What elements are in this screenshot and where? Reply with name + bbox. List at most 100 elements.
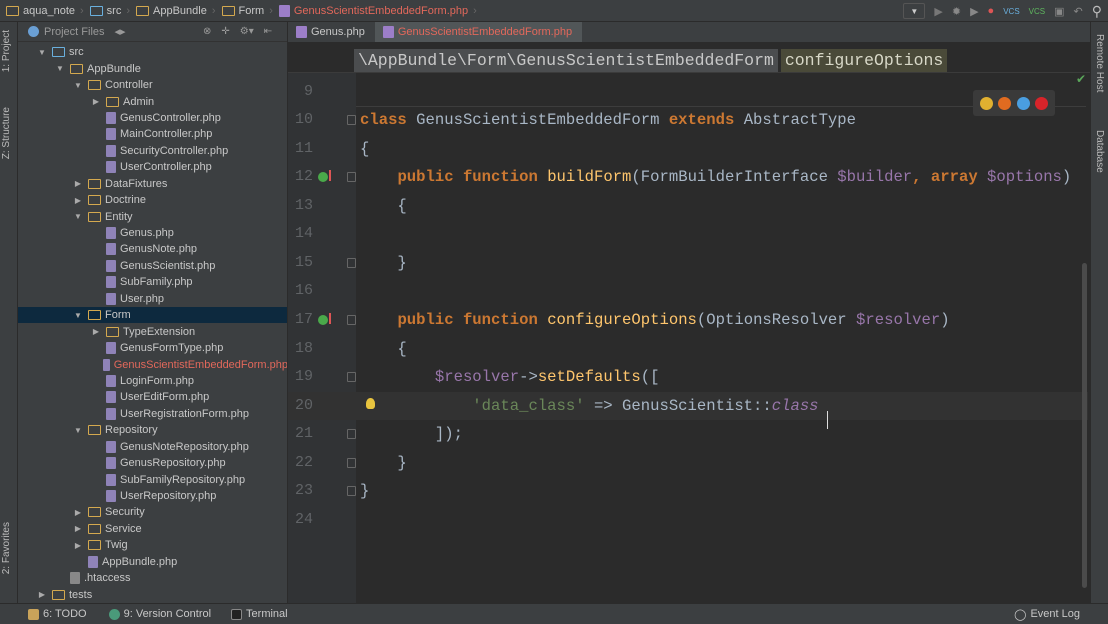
fold-marker-icon[interactable] [347, 486, 356, 497]
coverage-icon[interactable]: ▶ [970, 5, 978, 18]
remote-host-tab[interactable]: Remote Host [1094, 34, 1105, 92]
breadcrumb-method[interactable]: configureOptions [780, 49, 948, 72]
expanded-arrow-icon[interactable]: ▼ [54, 64, 66, 73]
favorites-tool-tab[interactable]: 2: Favorites [1, 522, 12, 574]
tree-item[interactable]: ▼ Controller [18, 77, 287, 93]
implements-method-icon[interactable] [318, 313, 331, 326]
code-line[interactable]: 19 $resolver->setDefaults([ [288, 363, 1088, 392]
code-line[interactable]: 18 { [288, 335, 1088, 364]
fold-marker-icon[interactable] [347, 115, 356, 126]
code-line[interactable]: 15 } [288, 249, 1088, 278]
run-config-dropdown[interactable]: ▼ [903, 3, 926, 19]
terminal-tab[interactable]: Terminal [231, 608, 288, 620]
breadcrumb-item[interactable]: GenusScientistEmbeddedForm.php › [278, 4, 477, 17]
tree-item[interactable]: GenusScientist.php [18, 258, 287, 274]
tree-item[interactable]: UserController.php [18, 159, 287, 175]
code-line[interactable]: 16 [288, 277, 1088, 306]
expanded-arrow-icon[interactable]: ▼ [36, 48, 48, 57]
collapsed-arrow-icon[interactable]: ▶ [36, 590, 48, 599]
tree-item[interactable]: ▼ Form [18, 307, 287, 324]
tree-item[interactable]: GenusRepository.php [18, 455, 287, 471]
tree-item[interactable]: ▶ Admin [18, 93, 287, 109]
collapsed-arrow-icon[interactable]: ▶ [72, 541, 84, 550]
tree-item[interactable]: ▶ DataFixtures [18, 176, 287, 192]
tree-item[interactable]: ▼ Entity [18, 208, 287, 224]
tree-item[interactable]: User.php [18, 291, 287, 307]
expanded-arrow-icon[interactable]: ▼ [72, 311, 84, 320]
fold-marker-icon[interactable] [347, 172, 356, 183]
collapse-all-icon[interactable]: ✛ [221, 26, 229, 37]
todo-tab[interactable]: 6: TODO [28, 608, 87, 620]
tree-item[interactable]: AppBundle.php [18, 554, 287, 570]
tree-item[interactable]: LoginForm.php [18, 373, 287, 389]
tree-item[interactable]: ▶ Twig [18, 537, 287, 553]
tree-item[interactable]: UserEditForm.php [18, 389, 287, 405]
tree-item[interactable]: ▶ Doctrine [18, 192, 287, 208]
tree-item[interactable]: ▼ Repository [18, 422, 287, 438]
implements-method-icon[interactable] [318, 170, 331, 183]
tree-item[interactable]: Genus.php [18, 225, 287, 241]
code-line[interactable]: 9 [288, 78, 1088, 107]
collapsed-arrow-icon[interactable]: ▶ [90, 97, 102, 106]
vcs-update-icon[interactable]: VCS [1003, 7, 1019, 16]
tree-item[interactable]: GenusScientistEmbeddedForm.php [18, 356, 287, 372]
tree-item[interactable]: ▼ AppBundle [18, 60, 287, 76]
tree-item[interactable]: GenusNoteRepository.php [18, 439, 287, 455]
tree-item[interactable]: GenusFormType.php [18, 340, 287, 356]
expanded-arrow-icon[interactable]: ▼ [72, 426, 84, 435]
expanded-arrow-icon[interactable]: ▼ [72, 81, 84, 90]
run-icon[interactable]: ▶ [934, 5, 942, 18]
search-icon[interactable]: ⚲ [1092, 3, 1102, 20]
editor-tab[interactable]: GenusScientistEmbeddedForm.php [374, 22, 583, 42]
code-line[interactable]: 14 [288, 220, 1088, 249]
breadcrumb-item[interactable]: aqua_note › [6, 5, 84, 17]
fold-marker-icon[interactable] [347, 372, 356, 383]
revert-icon[interactable]: ↶ [1074, 5, 1083, 18]
fold-marker-icon[interactable] [347, 429, 356, 440]
code-line[interactable]: 17 public function configureOptions(Opti… [288, 306, 1088, 335]
collapsed-arrow-icon[interactable]: ▶ [72, 179, 84, 188]
phpunit-icon[interactable]: ● [988, 5, 995, 17]
tree-item[interactable]: SubFamily.php [18, 274, 287, 290]
collapsed-arrow-icon[interactable]: ▶ [72, 196, 84, 205]
fold-marker-icon[interactable] [347, 315, 356, 326]
tree-item[interactable]: GenusNote.php [18, 241, 287, 257]
breadcrumb-item[interactable]: AppBundle › [136, 5, 216, 17]
code-line[interactable]: 13 { [288, 192, 1088, 221]
event-log-tab[interactable]: ◯ Event Log [1014, 608, 1080, 621]
opera-icon[interactable] [1035, 96, 1049, 110]
collapsed-arrow-icon[interactable]: ▶ [72, 524, 84, 533]
tree-item[interactable]: UserRegistrationForm.php [18, 406, 287, 422]
structure-tool-tab[interactable]: Z: Structure [1, 107, 12, 159]
code-line[interactable]: 21 ]); [288, 420, 1088, 449]
fold-marker-icon[interactable] [347, 457, 356, 468]
breadcrumb-class[interactable]: \AppBundle\Form\GenusScientistEmbeddedFo… [354, 49, 778, 72]
code-line[interactable]: 20 'data_class' => GenusScientist::class [288, 391, 1088, 421]
tree-item[interactable]: .htaccess [18, 570, 287, 586]
tree-item[interactable]: ▶ Service [18, 521, 287, 537]
tree-item[interactable]: ▼ src [18, 44, 287, 60]
tree-item[interactable]: SubFamilyRepository.php [18, 471, 287, 487]
debug-icon[interactable]: ✹ [952, 5, 961, 18]
version-control-tab[interactable]: 9: Version Control [108, 608, 211, 620]
code-line[interactable]: 24 [288, 506, 1088, 535]
tree-item[interactable]: MainController.php [18, 126, 287, 142]
tree-item[interactable]: SecurityController.php [18, 143, 287, 159]
code-line[interactable]: 22 } [288, 449, 1088, 478]
tree-item[interactable]: UserRepository.php [18, 488, 287, 504]
scroll-from-source-icon[interactable]: ⊗ [203, 26, 211, 37]
code-line[interactable]: 12 public function buildForm(FormBuilder… [288, 163, 1088, 192]
project-tool-tab[interactable]: 1: Project [1, 30, 12, 72]
code-line[interactable]: 23} [288, 477, 1088, 506]
vcs-commit-icon[interactable]: VCS [1029, 7, 1045, 16]
tree-item[interactable]: ▶ TypeExtension [18, 323, 287, 339]
fold-marker-icon[interactable] [347, 257, 356, 268]
vertical-scrollbar[interactable] [1082, 263, 1087, 588]
safari-icon[interactable] [1016, 96, 1030, 110]
breadcrumb-item[interactable]: src › [89, 5, 130, 17]
tree-item[interactable]: ▶ Security [18, 504, 287, 520]
collapsed-arrow-icon[interactable]: ▶ [72, 508, 84, 517]
chrome-icon[interactable] [979, 96, 993, 110]
settings-icon[interactable]: ⚙▾ [240, 26, 254, 37]
tree-item[interactable]: ▶ tests [18, 586, 287, 602]
